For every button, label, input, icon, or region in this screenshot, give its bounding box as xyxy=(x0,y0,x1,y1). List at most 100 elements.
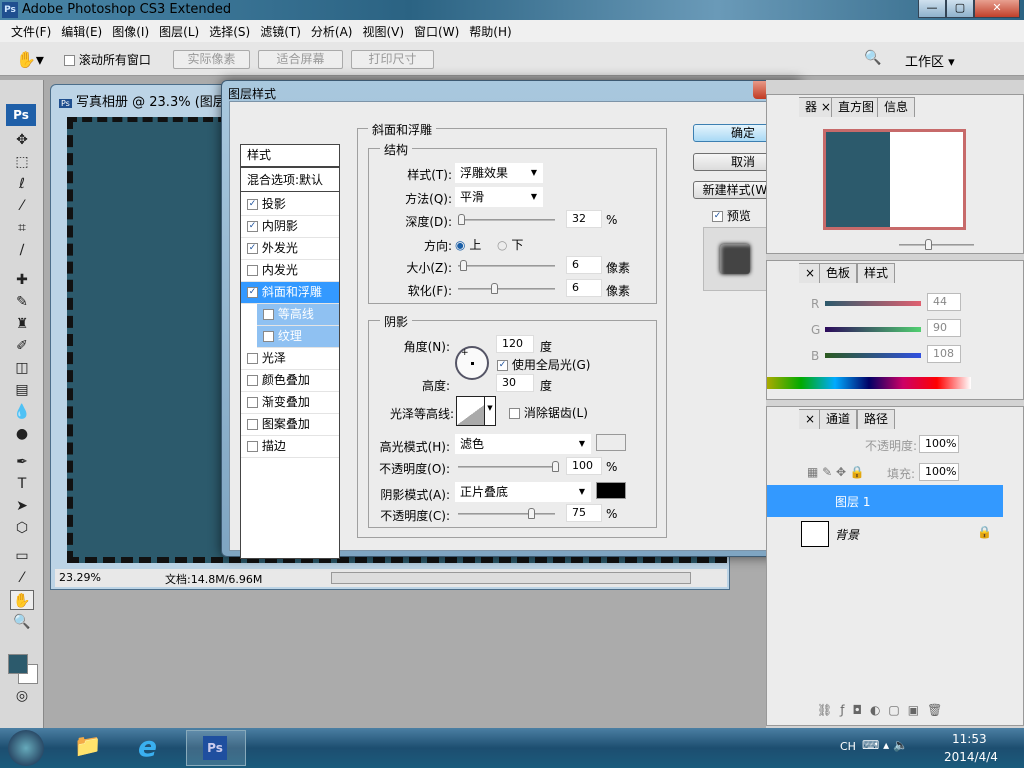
opacity-input[interactable]: 100% xyxy=(919,435,959,453)
explorer-icon[interactable]: 📁 xyxy=(74,734,101,759)
move-tool-icon[interactable]: ✥ xyxy=(10,130,34,150)
style-item[interactable]: ✓ 外发光 xyxy=(241,238,339,260)
workspace-menu[interactable]: 工作区 ▾ xyxy=(905,51,955,70)
notes-tool-icon[interactable]: ▭ xyxy=(10,546,34,566)
tray-icons[interactable]: ⌨ ▴ 🔈 xyxy=(862,738,908,752)
menu-edit[interactable]: 编辑(E) xyxy=(56,20,107,42)
healing-tool-icon[interactable]: ✚ xyxy=(10,270,34,290)
clock-time[interactable]: 11:53 xyxy=(952,732,987,746)
gloss-contour-picker[interactable]: ▼ xyxy=(456,396,496,426)
highlight-mode-select[interactable]: 滤色 xyxy=(455,434,591,454)
zoom-level[interactable]: 23.29% xyxy=(59,571,101,584)
style-item[interactable]: 纹理 xyxy=(257,326,339,348)
depth-slider[interactable] xyxy=(458,214,555,225)
soften-slider-thumb[interactable] xyxy=(491,283,498,294)
color-spectrum[interactable] xyxy=(767,377,971,389)
path-select-icon[interactable]: ➤ xyxy=(10,496,34,516)
anti-alias-checkbox[interactable]: 消除锯齿(L) xyxy=(509,404,588,421)
menu-analysis[interactable]: 分析(A) xyxy=(306,20,358,42)
menu-filter[interactable]: 滤镜(T) xyxy=(255,20,306,42)
layer-row-layer1[interactable]: 图层 1 xyxy=(767,485,1003,517)
brush-tool-icon[interactable]: ✎ xyxy=(10,292,34,312)
eyedropper-icon[interactable]: ⁄ xyxy=(10,568,34,588)
close-button[interactable]: ✕ xyxy=(974,0,1020,18)
slice-tool-icon[interactable]: ∕ xyxy=(10,240,34,260)
bridge-icon[interactable]: 🔍 xyxy=(864,50,881,66)
fill-input[interactable]: 100% xyxy=(919,463,959,481)
hand-tool-active-icon[interactable]: ✋ xyxy=(10,590,34,610)
menu-help[interactable]: 帮助(H) xyxy=(464,20,516,42)
direction-up-radio[interactable]: ◉ 上 xyxy=(455,236,481,253)
style-item[interactable]: ✓ 内阴影 xyxy=(241,216,339,238)
b-slider[interactable] xyxy=(825,353,921,358)
style-item[interactable]: 描边 xyxy=(241,436,339,458)
dodge-tool-icon[interactable]: ● xyxy=(10,424,34,444)
depth-input[interactable]: 32 xyxy=(566,210,602,228)
crop-tool-icon[interactable]: ⌗ xyxy=(10,218,34,238)
shadow-opacity-slider[interactable] xyxy=(458,508,555,519)
horizontal-scrollbar[interactable] xyxy=(331,572,691,584)
preview-checkbox[interactable]: ✓ 预览 xyxy=(712,207,751,224)
direction-down-radio[interactable]: ○ 下 xyxy=(497,236,523,253)
style-item[interactable]: 渐变叠加 xyxy=(241,392,339,414)
menu-layer[interactable]: 图层(L) xyxy=(154,20,204,42)
quick-mask-icon[interactable]: ◎ xyxy=(10,686,34,706)
shape-tool-icon[interactable]: ⬡ xyxy=(10,518,34,538)
foreground-color-swatch[interactable] xyxy=(8,654,28,674)
language-indicator[interactable]: CH xyxy=(840,740,856,753)
blur-tool-icon[interactable]: 💧 xyxy=(10,402,34,422)
shadow-opacity-thumb[interactable] xyxy=(528,508,535,519)
shadow-mode-select[interactable]: 正片叠底 xyxy=(455,482,591,502)
altitude-input[interactable]: 30 xyxy=(496,374,534,392)
style-item[interactable]: 光泽 xyxy=(241,348,339,370)
eraser-tool-icon[interactable]: ◫ xyxy=(10,358,34,378)
highlight-opacity-input[interactable]: 100 xyxy=(566,457,602,475)
pen-tool-icon[interactable]: ✒ xyxy=(10,452,34,472)
size-slider-thumb[interactable] xyxy=(460,260,467,271)
style-item[interactable]: ✓ 斜面和浮雕 xyxy=(241,282,339,304)
style-select[interactable]: 浮雕效果 xyxy=(455,163,543,183)
maximize-button[interactable]: ▢ xyxy=(946,0,974,18)
lasso-tool-icon[interactable]: ℓ xyxy=(10,174,34,194)
fit-screen-button[interactable]: 适合屏幕 xyxy=(258,50,343,69)
navigator-thumbnail[interactable] xyxy=(823,129,966,230)
menu-select[interactable]: 选择(S) xyxy=(204,20,255,42)
clock-date[interactable]: 2014/4/4 xyxy=(944,750,998,764)
g-value[interactable]: 90 xyxy=(927,319,961,337)
ie-icon[interactable]: e xyxy=(138,730,157,763)
shadow-color-swatch[interactable] xyxy=(596,482,626,499)
tab-info[interactable]: 信息 xyxy=(877,97,916,117)
marquee-tool-icon[interactable]: ⬚ xyxy=(10,152,34,172)
style-item[interactable]: 内发光 xyxy=(241,260,339,282)
gradient-tool-icon[interactable]: ▤ xyxy=(10,380,34,400)
menu-image[interactable]: 图像(I) xyxy=(107,20,154,42)
menu-file[interactable]: 文件(F) xyxy=(6,20,56,42)
scroll-all-windows-checkbox[interactable]: 滚动所有窗口 xyxy=(64,51,151,68)
photoshop-taskbar-button[interactable]: Ps xyxy=(186,730,246,766)
zoom-tool-icon[interactable]: 🔍 xyxy=(10,612,34,632)
b-value[interactable]: 108 xyxy=(927,345,961,363)
style-item[interactable]: 等高线 xyxy=(257,304,339,326)
menu-view[interactable]: 视图(V) xyxy=(357,20,409,42)
global-light-checkbox[interactable]: ✓ 使用全局光(G) xyxy=(497,356,591,373)
tab-styles[interactable]: 样式 xyxy=(857,263,896,283)
blend-options-item[interactable]: 混合选项:默认 xyxy=(241,170,339,192)
shadow-opacity-input[interactable]: 75 xyxy=(566,504,602,522)
navigator-zoom-slider[interactable] xyxy=(899,239,974,250)
highlight-color-swatch[interactable] xyxy=(596,434,626,451)
stamp-tool-icon[interactable]: ♜ xyxy=(10,314,34,334)
style-item[interactable]: 图案叠加 xyxy=(241,414,339,436)
actual-pixels-button[interactable]: 实际像素 xyxy=(173,50,250,69)
layer-row-background[interactable]: 背景 🔒 xyxy=(767,519,1003,549)
size-input[interactable]: 6 xyxy=(566,256,602,274)
tab-swatches[interactable]: 色板 xyxy=(819,263,858,283)
soften-slider[interactable] xyxy=(458,283,555,294)
tab-channels[interactable]: 通道 xyxy=(819,409,858,429)
styles-header[interactable]: 样式 xyxy=(241,145,339,168)
history-brush-icon[interactable]: ✐ xyxy=(10,336,34,356)
hand-tool-icon[interactable]: ✋▾ xyxy=(16,50,44,69)
tab-paths[interactable]: 路径 xyxy=(857,409,896,429)
r-slider[interactable] xyxy=(825,301,921,306)
menu-window[interactable]: 窗口(W) xyxy=(409,20,464,42)
style-item[interactable]: 颜色叠加 xyxy=(241,370,339,392)
